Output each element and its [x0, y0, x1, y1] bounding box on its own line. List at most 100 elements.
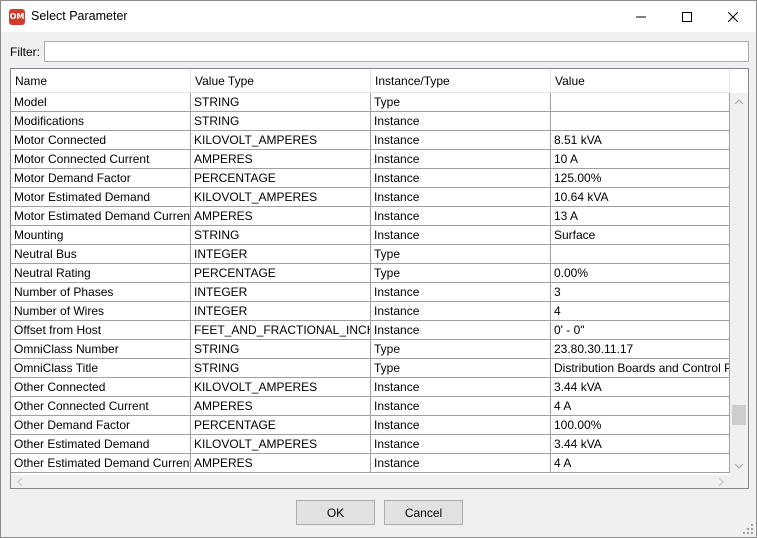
table-row[interactable]: Number of Phases INTEGER Instance 3 [11, 283, 730, 302]
cell-value: 100.00% [551, 416, 730, 435]
cell-instance-type: Type [371, 340, 551, 359]
table-row[interactable]: Mounting STRING Instance Surface [11, 226, 730, 245]
table-row[interactable]: Model STRING Type [11, 93, 730, 112]
cell-value: 0' - 0" [551, 321, 730, 340]
cell-value-type: AMPERES [191, 397, 371, 416]
cell-value: 3 [551, 283, 730, 302]
scrollbar-corner [730, 475, 748, 488]
cell-value: 0.00% [551, 264, 730, 283]
cell-value-type: AMPERES [191, 150, 371, 169]
cell-name: Other Estimated Demand Current [11, 454, 191, 473]
cell-name: Model [11, 93, 191, 112]
cell-name: Other Connected [11, 378, 191, 397]
column-header-value-type[interactable]: Value Type [191, 69, 371, 93]
cell-instance-type: Instance [371, 207, 551, 226]
table-row[interactable]: OmniClass Number STRING Type 23.80.30.11.17 [11, 340, 730, 359]
table-row[interactable]: Modifications STRING Instance [11, 112, 730, 131]
cell-value: 4 A [551, 454, 730, 473]
column-header-instance-type[interactable]: Instance/Type [371, 69, 551, 93]
cell-value [551, 93, 730, 112]
table-row[interactable]: Other Estimated Demand Current AMPERES Ins… [11, 454, 730, 473]
cell-instance-type: Instance [371, 131, 551, 150]
minimize-button[interactable] [618, 1, 664, 32]
cell-instance-type: Type [371, 264, 551, 283]
cell-value-type: INTEGER [191, 302, 371, 321]
chevron-up-icon [735, 99, 743, 104]
parameter-grid[interactable]: Name Value Type Instance/Type Value Mode… [10, 68, 749, 489]
close-button[interactable] [710, 1, 756, 32]
cell-instance-type: Instance [371, 321, 551, 340]
cell-instance-type: Type [371, 359, 551, 378]
column-header-value[interactable]: Value [551, 69, 730, 93]
cell-value-type: PERCENTAGE [191, 416, 371, 435]
cell-instance-type: Instance [371, 302, 551, 321]
cell-instance-type: Type [371, 93, 551, 112]
table-row[interactable]: Motor Connected KILOVOLT_AMPERES Instance 8… [11, 131, 730, 150]
cell-instance-type: Instance [371, 435, 551, 454]
chevron-down-icon [735, 464, 743, 469]
scroll-right-button[interactable] [713, 475, 730, 488]
cell-name: Neutral Rating [11, 264, 191, 283]
cell-value: 10.64 kVA [551, 188, 730, 207]
cell-name: Other Estimated Demand [11, 435, 191, 454]
cell-instance-type: Instance [371, 169, 551, 188]
table-row[interactable]: OmniClass Title STRING Type Distribution Bo… [11, 359, 730, 378]
cell-instance-type: Instance [371, 112, 551, 131]
table-row[interactable]: Other Connected KILOVOLT_AMPERES Instance 3… [11, 378, 730, 397]
cell-name: Motor Demand Factor [11, 169, 191, 188]
title-bar[interactable]: OM Select Parameter [1, 1, 756, 32]
table-row[interactable]: Other Connected Current AMPERES Instance 4 … [11, 397, 730, 416]
cell-value-type: KILOVOLT_AMPERES [191, 378, 371, 397]
column-header-name[interactable]: Name [11, 69, 191, 93]
vertical-scrollbar[interactable] [730, 93, 748, 475]
chevron-right-icon [719, 477, 724, 486]
cell-name: OmniClass Title [11, 359, 191, 378]
cancel-button[interactable]: Cancel [384, 500, 463, 525]
cell-value: 23.80.30.11.17 [551, 340, 730, 359]
grid-header: Name Value Type Instance/Type Value [11, 69, 730, 93]
cell-value: 3.44 kVA [551, 378, 730, 397]
cell-value-type: AMPERES [191, 454, 371, 473]
table-row[interactable]: Offset from HostFEET_AND_FRACTIONAL_INCH… [11, 321, 730, 340]
table-row[interactable]: Other Demand Factor PERCENTAGE Instance 100… [11, 416, 730, 435]
scroll-down-button[interactable] [730, 458, 748, 475]
cell-value-type: INTEGER [191, 283, 371, 302]
resize-grip-icon[interactable] [742, 523, 754, 535]
vertical-scroll-thumb[interactable] [732, 405, 746, 425]
cell-value: Distribution Boards and Control Panels [551, 359, 730, 378]
cell-name: Mounting [11, 226, 191, 245]
table-row[interactable]: Other Estimated Demand KILOVOLT_AMPERES In… [11, 435, 730, 454]
grid-body: Model STRING Type Modifications STRING Instan… [11, 93, 730, 473]
table-row[interactable]: Neutral Bus INTEGER Type [11, 245, 730, 264]
filter-input[interactable] [44, 41, 749, 62]
cell-value: Surface [551, 226, 730, 245]
cell-value-type: KILOVOLT_AMPERES [191, 131, 371, 150]
table-row[interactable]: Motor Estimated Demand Current AMPERES Ins… [11, 207, 730, 226]
chevron-left-icon [17, 477, 22, 486]
cell-instance-type: Instance [371, 397, 551, 416]
table-row[interactable]: Motor Connected Current AMPERES Instance 10… [11, 150, 730, 169]
table-row[interactable]: Motor Demand Factor PERCENTAGE Instance 125… [11, 169, 730, 188]
app-logo-icon: OM [9, 9, 25, 25]
cell-value: 10 A [551, 150, 730, 169]
maximize-button[interactable] [664, 1, 710, 32]
scroll-left-button[interactable] [11, 475, 28, 488]
cell-name: Number of Phases [11, 283, 191, 302]
cell-instance-type: Instance [371, 150, 551, 169]
cell-instance-type: Instance [371, 226, 551, 245]
cell-value-type: STRING [191, 340, 371, 359]
horizontal-scrollbar[interactable] [11, 475, 730, 488]
table-row[interactable]: Motor Estimated Demand KILOVOLT_AMPERES In… [11, 188, 730, 207]
ok-button[interactable]: OK [296, 500, 375, 525]
table-row[interactable]: Number of Wires INTEGER Instance 4 [11, 302, 730, 321]
table-row[interactable]: Neutral Rating PERCENTAGE Type 0.00% [11, 264, 730, 283]
cell-value-type: FEET_AND_FRACTIONAL_INCHES [191, 321, 371, 340]
scroll-up-button[interactable] [730, 93, 748, 110]
cell-value-type: AMPERES [191, 207, 371, 226]
cell-name: Motor Connected Current [11, 150, 191, 169]
cell-name: Number of Wires [11, 302, 191, 321]
filter-label: Filter: [10, 45, 40, 59]
minimize-icon [636, 16, 646, 17]
select-parameter-dialog: OM Select Parameter Filter: Name Value T… [0, 0, 757, 538]
cell-value-type: PERCENTAGE [191, 264, 371, 283]
